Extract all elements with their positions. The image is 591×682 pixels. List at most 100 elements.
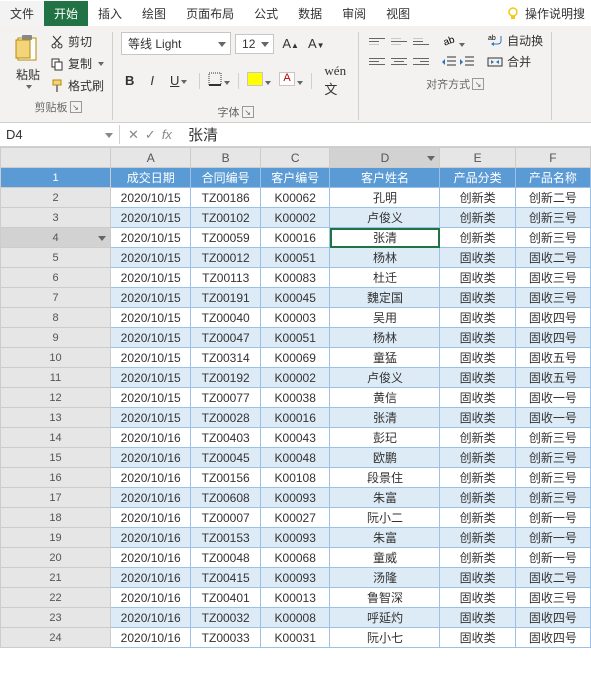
- cell[interactable]: 2020/10/16: [111, 488, 191, 508]
- decrease-indent-button[interactable]: [441, 55, 457, 72]
- cell[interactable]: 张清: [330, 408, 440, 428]
- cell[interactable]: 固收类: [440, 408, 515, 428]
- underline-button[interactable]: U: [166, 71, 191, 90]
- tab-file[interactable]: 文件: [0, 1, 44, 26]
- font-name-select[interactable]: 等线 Light: [121, 32, 231, 55]
- row-header[interactable]: 4: [1, 228, 111, 248]
- cell[interactable]: TZ00059: [191, 228, 261, 248]
- enter-formula-button[interactable]: ✓: [145, 127, 156, 143]
- tab-view[interactable]: 视图: [376, 1, 420, 26]
- cell[interactable]: 2020/10/15: [111, 208, 191, 228]
- cell[interactable]: 固收类: [440, 628, 515, 648]
- row-header[interactable]: 22: [1, 588, 111, 608]
- cell[interactable]: 固收五号: [515, 348, 590, 368]
- table-header-cell[interactable]: 成交日期: [111, 168, 191, 188]
- cell[interactable]: TZ00401: [191, 588, 261, 608]
- row-header[interactable]: 6: [1, 268, 111, 288]
- cell[interactable]: 彭玘: [330, 428, 440, 448]
- cell[interactable]: 杨林: [330, 328, 440, 348]
- cell[interactable]: TZ00033: [191, 628, 261, 648]
- cell[interactable]: 固收二号: [515, 568, 590, 588]
- cell[interactable]: 2020/10/16: [111, 448, 191, 468]
- cell[interactable]: 2020/10/16: [111, 588, 191, 608]
- cell[interactable]: TZ00012: [191, 248, 261, 268]
- cell[interactable]: 固收类: [440, 368, 515, 388]
- cell[interactable]: TZ00047: [191, 328, 261, 348]
- cell[interactable]: 吴用: [330, 308, 440, 328]
- cell[interactable]: 阮小七: [330, 628, 440, 648]
- cell[interactable]: 张清: [330, 228, 440, 248]
- cell[interactable]: TZ00153: [191, 528, 261, 548]
- cell[interactable]: 2020/10/16: [111, 628, 191, 648]
- cell[interactable]: 2020/10/15: [111, 248, 191, 268]
- cell[interactable]: K00051: [260, 248, 330, 268]
- cell[interactable]: 固收类: [440, 608, 515, 628]
- cell[interactable]: TZ00032: [191, 608, 261, 628]
- align-left-button[interactable]: [367, 52, 387, 70]
- cell[interactable]: 固收类: [440, 268, 515, 288]
- cell[interactable]: 固收一号: [515, 408, 590, 428]
- cell[interactable]: TZ00191: [191, 288, 261, 308]
- cell[interactable]: 2020/10/16: [111, 568, 191, 588]
- cell[interactable]: 2020/10/16: [111, 468, 191, 488]
- row-header[interactable]: 2: [1, 188, 111, 208]
- column-header[interactable]: B: [191, 148, 261, 168]
- worksheet[interactable]: ABCDEF1成交日期合同编号客户编号客户姓名产品分类产品名称22020/10/…: [0, 147, 591, 648]
- row-header[interactable]: 14: [1, 428, 111, 448]
- cell[interactable]: 魏定国: [330, 288, 440, 308]
- cell[interactable]: 2020/10/15: [111, 228, 191, 248]
- tab-data[interactable]: 数据: [288, 1, 332, 26]
- cell[interactable]: 童猛: [330, 348, 440, 368]
- column-header[interactable]: D: [330, 148, 440, 168]
- cell[interactable]: 2020/10/15: [111, 348, 191, 368]
- row-header[interactable]: 7: [1, 288, 111, 308]
- align-bottom-button[interactable]: [411, 32, 431, 50]
- cell[interactable]: 创新类: [440, 528, 515, 548]
- cell[interactable]: 创新一号: [515, 528, 590, 548]
- tab-draw[interactable]: 绘图: [132, 1, 176, 26]
- tab-formula[interactable]: 公式: [244, 1, 288, 26]
- wrap-text-button[interactable]: ab自动换: [487, 32, 543, 49]
- cell[interactable]: 2020/10/15: [111, 328, 191, 348]
- row-header[interactable]: 23: [1, 608, 111, 628]
- cell[interactable]: 2020/10/15: [111, 288, 191, 308]
- row-header[interactable]: 17: [1, 488, 111, 508]
- table-header-cell[interactable]: 合同编号: [191, 168, 261, 188]
- dialog-launcher[interactable]: ↘: [70, 101, 82, 113]
- cell[interactable]: 杨林: [330, 248, 440, 268]
- cell[interactable]: TZ00102: [191, 208, 261, 228]
- cell[interactable]: K00083: [260, 268, 330, 288]
- cell[interactable]: 创新三号: [515, 468, 590, 488]
- decrease-font-button[interactable]: A▼: [304, 34, 329, 53]
- cell[interactable]: TZ00186: [191, 188, 261, 208]
- font-color-button[interactable]: [279, 72, 303, 89]
- row-header[interactable]: 13: [1, 408, 111, 428]
- fill-color-button[interactable]: [247, 72, 271, 89]
- cell[interactable]: K00002: [260, 208, 330, 228]
- row-header[interactable]: 12: [1, 388, 111, 408]
- cell[interactable]: 2020/10/16: [111, 608, 191, 628]
- cell[interactable]: 固收二号: [515, 248, 590, 268]
- cell[interactable]: 创新类: [440, 208, 515, 228]
- cell[interactable]: 2020/10/15: [111, 268, 191, 288]
- cell[interactable]: 卢俊义: [330, 208, 440, 228]
- cell[interactable]: 固收类: [440, 348, 515, 368]
- cell[interactable]: K00068: [260, 548, 330, 568]
- cell[interactable]: 创新三号: [515, 488, 590, 508]
- cell[interactable]: 固收类: [440, 248, 515, 268]
- cell[interactable]: 固收类: [440, 568, 515, 588]
- cell[interactable]: TZ00403: [191, 428, 261, 448]
- cell[interactable]: K00027: [260, 508, 330, 528]
- tell-me[interactable]: 操作说明搜: [499, 1, 591, 26]
- tab-insert[interactable]: 插入: [88, 1, 132, 26]
- cell[interactable]: 固收五号: [515, 368, 590, 388]
- tab-review[interactable]: 审阅: [332, 1, 376, 26]
- paste-button[interactable]: 粘贴: [12, 32, 44, 91]
- tab-page-layout[interactable]: 页面布局: [176, 1, 244, 26]
- cell[interactable]: 固收四号: [515, 308, 590, 328]
- cell[interactable]: 创新二号: [515, 188, 590, 208]
- cell[interactable]: 固收类: [440, 308, 515, 328]
- cell[interactable]: 2020/10/16: [111, 548, 191, 568]
- cell[interactable]: TZ00028: [191, 408, 261, 428]
- cell[interactable]: 固收四号: [515, 608, 590, 628]
